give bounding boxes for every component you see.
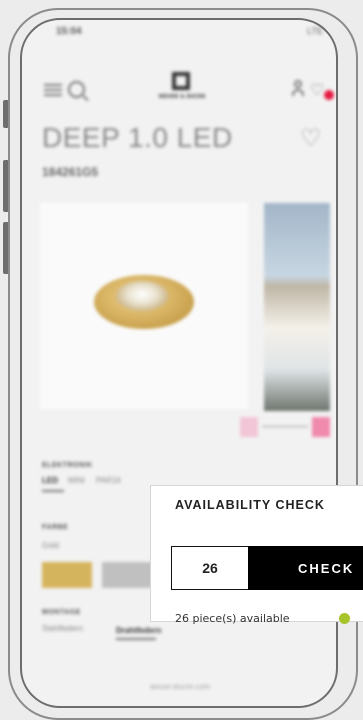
option-par16[interactable]: PAR16 [96, 476, 121, 485]
check-button[interactable]: CHECK [248, 546, 363, 590]
color-swatch-silver[interactable] [102, 562, 152, 588]
availability-status-dot [339, 613, 350, 624]
wishlist-badge [324, 90, 334, 100]
menu-icon[interactable] [44, 84, 62, 96]
product-image-secondary[interactable] [264, 203, 330, 411]
lamp-reflector [116, 281, 168, 311]
option-mini[interactable]: MINI [68, 476, 85, 485]
user-icon[interactable] [292, 80, 304, 96]
availability-popup: AVAILABILITY CHECK CHECK 26 piece(s) ava… [150, 485, 363, 625]
color-swatch-gold[interactable] [42, 562, 92, 588]
pager-next-thumb[interactable] [312, 417, 330, 437]
mounting-underline [116, 638, 156, 640]
status-time: 15:04 [56, 26, 82, 37]
mounting-label: MONTAGE [42, 609, 81, 616]
status-network: LTE [307, 26, 323, 36]
mounting-option-wire[interactable]: Drahtfedern [116, 626, 161, 635]
quantity-input[interactable] [171, 546, 249, 590]
color-label: FARBE [42, 524, 69, 531]
availability-text: 26 piece(s) available [175, 612, 290, 625]
brand-logo[interactable]: WEVER & DUCRE [152, 72, 212, 112]
option-led[interactable]: LED [42, 476, 58, 485]
pager-prev-thumb[interactable] [240, 417, 258, 437]
heart-icon[interactable]: ♡ [300, 124, 322, 152]
logo-text: WEVER & DUCRE [158, 94, 206, 100]
footer-url[interactable]: wever-ducre.com [40, 683, 320, 691]
mounting-option-steel[interactable]: Stahlfedern [42, 624, 83, 633]
status-bar: 15:04 LTE [56, 26, 323, 42]
product-image[interactable] [40, 203, 248, 409]
product-title: DEEP 1.0 LED [42, 122, 233, 153]
electronics-label: ELEKTRONIK [42, 462, 93, 469]
popup-title: AVAILABILITY CHECK [175, 498, 325, 512]
top-nav: WEVER & DUCRE ♡ [44, 72, 334, 112]
option-underline [42, 490, 64, 492]
image-pager [240, 417, 330, 437]
logo-mark [172, 72, 190, 90]
search-icon[interactable] [68, 81, 85, 98]
color-value: Gold [42, 541, 59, 550]
pager-line [262, 426, 308, 427]
product-code: 184261G5 [42, 165, 99, 179]
